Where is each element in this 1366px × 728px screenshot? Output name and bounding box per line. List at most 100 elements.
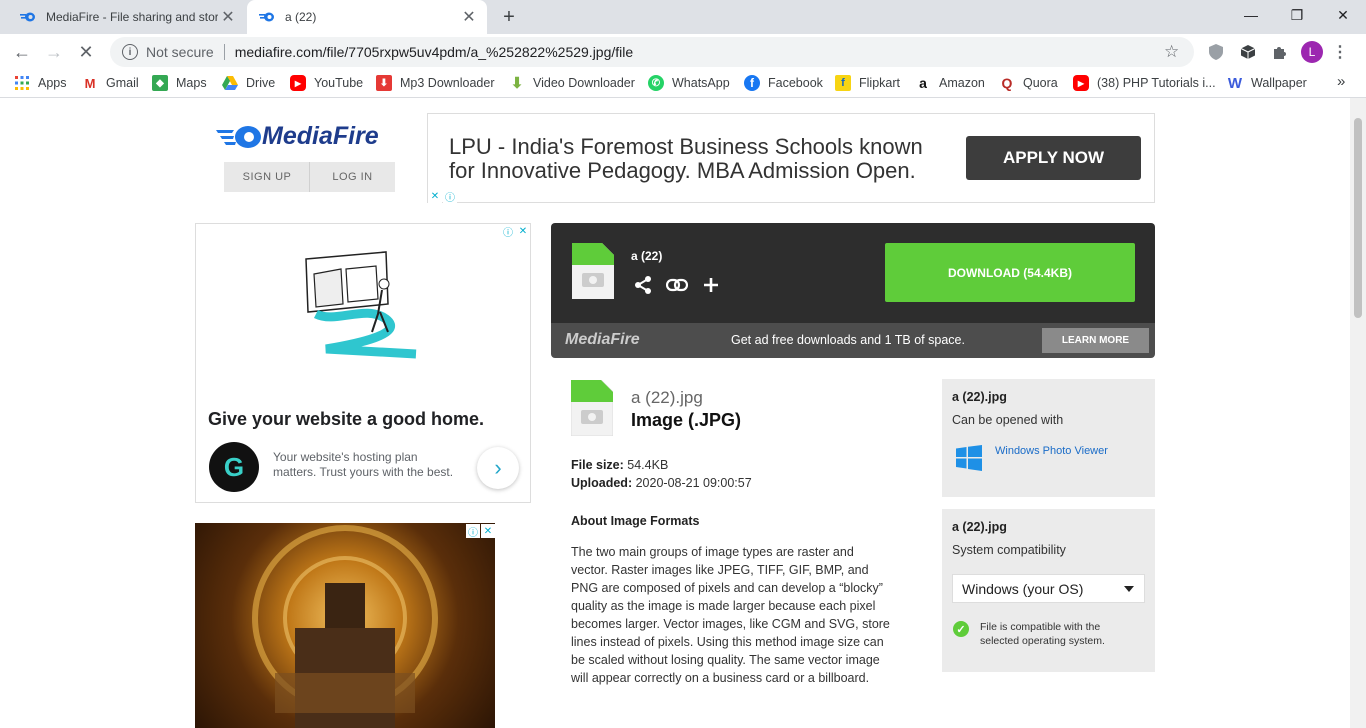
bookmark-php-tutorials[interactable]: ▶ (38) PHP Tutorials i... — [1073, 75, 1216, 91]
bookmark-amazon[interactable]: a Amazon — [915, 75, 985, 91]
os-select[interactable]: Windows (your OS) — [952, 574, 1145, 603]
bookmark-label: Drive — [246, 76, 276, 90]
address-separator — [223, 44, 225, 60]
tab-a-22[interactable]: a (22) ✕ — [247, 0, 487, 34]
tab-close-icon[interactable]: ✕ — [218, 7, 238, 27]
promo-bar: MediaFire Get ad free downloads and 1 TB… — [551, 323, 1155, 358]
ad-close-icon[interactable]: ✕ — [516, 224, 530, 238]
tab-close-icon[interactable]: ✕ — [459, 7, 479, 27]
ad-info-icon[interactable]: ⓘ — [443, 189, 457, 204]
os-select-value: Windows (your OS) — [962, 580, 1084, 597]
ad-illustration-icon — [305, 251, 417, 359]
top-banner-ad[interactable]: LPU - India's Foremost Business Schools … — [427, 113, 1155, 203]
file-image-icon — [570, 379, 614, 437]
mediafire-favicon-icon — [20, 9, 36, 25]
scrollbar-thumb[interactable] — [1354, 118, 1362, 318]
maximize-button[interactable]: ❐ — [1274, 0, 1320, 30]
log-in-button[interactable]: LOG IN — [309, 162, 395, 192]
ad-info-icon[interactable]: ⓘ — [466, 524, 480, 539]
bookmark-wallpaper[interactable]: W Wallpaper — [1227, 75, 1307, 92]
profile-avatar[interactable]: L — [1301, 41, 1323, 63]
bookmark-whatsapp[interactable]: ✆ WhatsApp — [648, 75, 730, 91]
maps-icon: ◆ — [152, 75, 168, 91]
bookmark-mp3-downloader[interactable]: ⬇ Mp3 Downloader — [376, 75, 495, 91]
bookmark-label: Wallpaper — [1251, 76, 1307, 90]
bookmark-gmail[interactable]: M Gmail — [82, 75, 139, 91]
ad-headline: Give your website a good home. — [208, 409, 485, 429]
info-icon[interactable]: i — [122, 44, 138, 60]
compat-message: File is compatible with the selected ope… — [980, 621, 1105, 647]
file-actions — [633, 275, 721, 301]
security-status[interactable]: Not secure — [146, 44, 214, 60]
download-button[interactable]: DOWNLOAD (54.4KB) — [885, 243, 1135, 302]
youtube-icon: ▶ — [290, 75, 306, 91]
bookmarks-overflow-button[interactable]: » — [1337, 73, 1345, 90]
bookmark-label: Mp3 Downloader — [400, 76, 495, 90]
bookmark-label: Video Downloader — [533, 76, 635, 90]
page-scrollbar[interactable] — [1350, 98, 1366, 728]
open-with-title: a (22).jpg — [952, 390, 1007, 404]
compatibility-box: a (22).jpg System compatibility Windows … — [942, 509, 1155, 672]
open-with-box: a (22).jpg Can be opened with Windows Ph… — [942, 379, 1155, 497]
uploaded-value: 2020-08-21 09:00:57 — [635, 476, 752, 490]
page-content: MediaFire SIGN UP LOG IN LPU - India's F… — [0, 98, 1350, 728]
bookmark-label: (38) PHP Tutorials i... — [1097, 76, 1216, 90]
mediafire-logo[interactable]: MediaFire — [216, 122, 379, 151]
hosting-logo-icon: G — [209, 442, 259, 492]
file-size-value: 54.4KB — [627, 458, 669, 472]
tab-mediafire-home[interactable]: MediaFire - File sharing and stora ✕ — [8, 0, 246, 34]
uploaded-label: Uploaded: — [571, 476, 633, 490]
tab-strip: MediaFire - File sharing and stora ✕ a (… — [0, 0, 1366, 34]
apply-now-button[interactable]: APPLY NOW — [966, 136, 1141, 180]
back-button[interactable]: ← — [8, 38, 36, 66]
chevron-down-icon — [1124, 586, 1134, 592]
mediafire-flame-icon — [216, 125, 261, 148]
address-bar[interactable]: i Not secure mediafire.com/file/7705rxpw… — [110, 37, 1194, 67]
ad-close-icon[interactable]: ✕ — [481, 524, 495, 538]
bookmark-label: WhatsApp — [672, 76, 730, 90]
menu-kebab-icon[interactable]: ⋮ — [1330, 42, 1350, 62]
bookmark-maps[interactable]: ◆ Maps — [152, 75, 207, 91]
file-size-row: File size: 54.4KB — [571, 458, 668, 472]
new-tab-button[interactable]: + — [498, 6, 520, 28]
add-icon[interactable] — [701, 275, 721, 301]
share-icon[interactable] — [633, 275, 653, 301]
ad-choices[interactable]: ⓘ ✕ — [501, 224, 530, 239]
ad-close-icon[interactable]: ✕ — [428, 189, 442, 203]
open-with-subtitle: Can be opened with — [952, 413, 1064, 427]
file-size-label: File size: — [571, 458, 624, 472]
windows-photo-viewer-link[interactable]: Windows Photo Viewer — [995, 445, 1108, 457]
bookmark-label: Facebook — [768, 76, 823, 90]
image-ad[interactable] — [195, 523, 495, 728]
bookmark-facebook[interactable]: f Facebook — [744, 75, 823, 91]
ad-choices[interactable]: ✕ ⓘ — [428, 189, 457, 204]
bookmark-star-icon[interactable]: ☆ — [1164, 42, 1194, 62]
url-text[interactable]: mediafire.com/file/7705rxpw5uv4pdm/a_%25… — [235, 44, 1164, 60]
ad-info-icon[interactable]: ⓘ — [501, 224, 515, 239]
file-name: a (22).jpg — [631, 388, 703, 407]
stop-loading-button[interactable]: ✕ — [72, 38, 100, 66]
sign-up-button[interactable]: SIGN UP — [224, 162, 310, 192]
bookmark-drive[interactable]: Drive — [222, 75, 275, 91]
bookmark-apps[interactable]: Apps — [14, 75, 67, 91]
link-icon[interactable] — [665, 275, 689, 301]
bookmark-video-downloader[interactable]: ⬇ Video Downloader — [509, 75, 635, 92]
ad-choices[interactable]: ⓘ ✕ — [466, 524, 495, 539]
learn-more-button[interactable]: LEARN MORE — [1042, 328, 1149, 353]
bookmark-flipkart[interactable]: f Flipkart — [835, 75, 900, 91]
bookmark-label: Apps — [38, 76, 67, 90]
window-close-button[interactable]: ✕ — [1320, 0, 1366, 30]
cube-extension-icon[interactable] — [1238, 42, 1258, 62]
bookmark-youtube[interactable]: ▶ YouTube — [290, 75, 363, 91]
ad-arrow-button[interactable]: › — [477, 447, 519, 489]
minimize-button[interactable]: — — [1228, 0, 1274, 30]
hosting-ad[interactable]: Give your website a good home. G Your we… — [195, 223, 531, 503]
file-image-icon — [572, 243, 614, 299]
bookmark-quora[interactable]: Q Quora — [999, 75, 1058, 91]
windows-logo-icon — [956, 445, 982, 471]
bookmarks-bar: Apps M Gmail ◆ Maps Drive ▶ YouTube ⬇ Mp… — [0, 70, 1366, 98]
download-panel: a (22) DOWNLOAD (54.4KB) — [551, 223, 1155, 323]
forward-button[interactable]: → — [40, 38, 68, 66]
shield-extension-icon[interactable] — [1206, 42, 1226, 62]
extensions-puzzle-icon[interactable] — [1270, 42, 1290, 62]
